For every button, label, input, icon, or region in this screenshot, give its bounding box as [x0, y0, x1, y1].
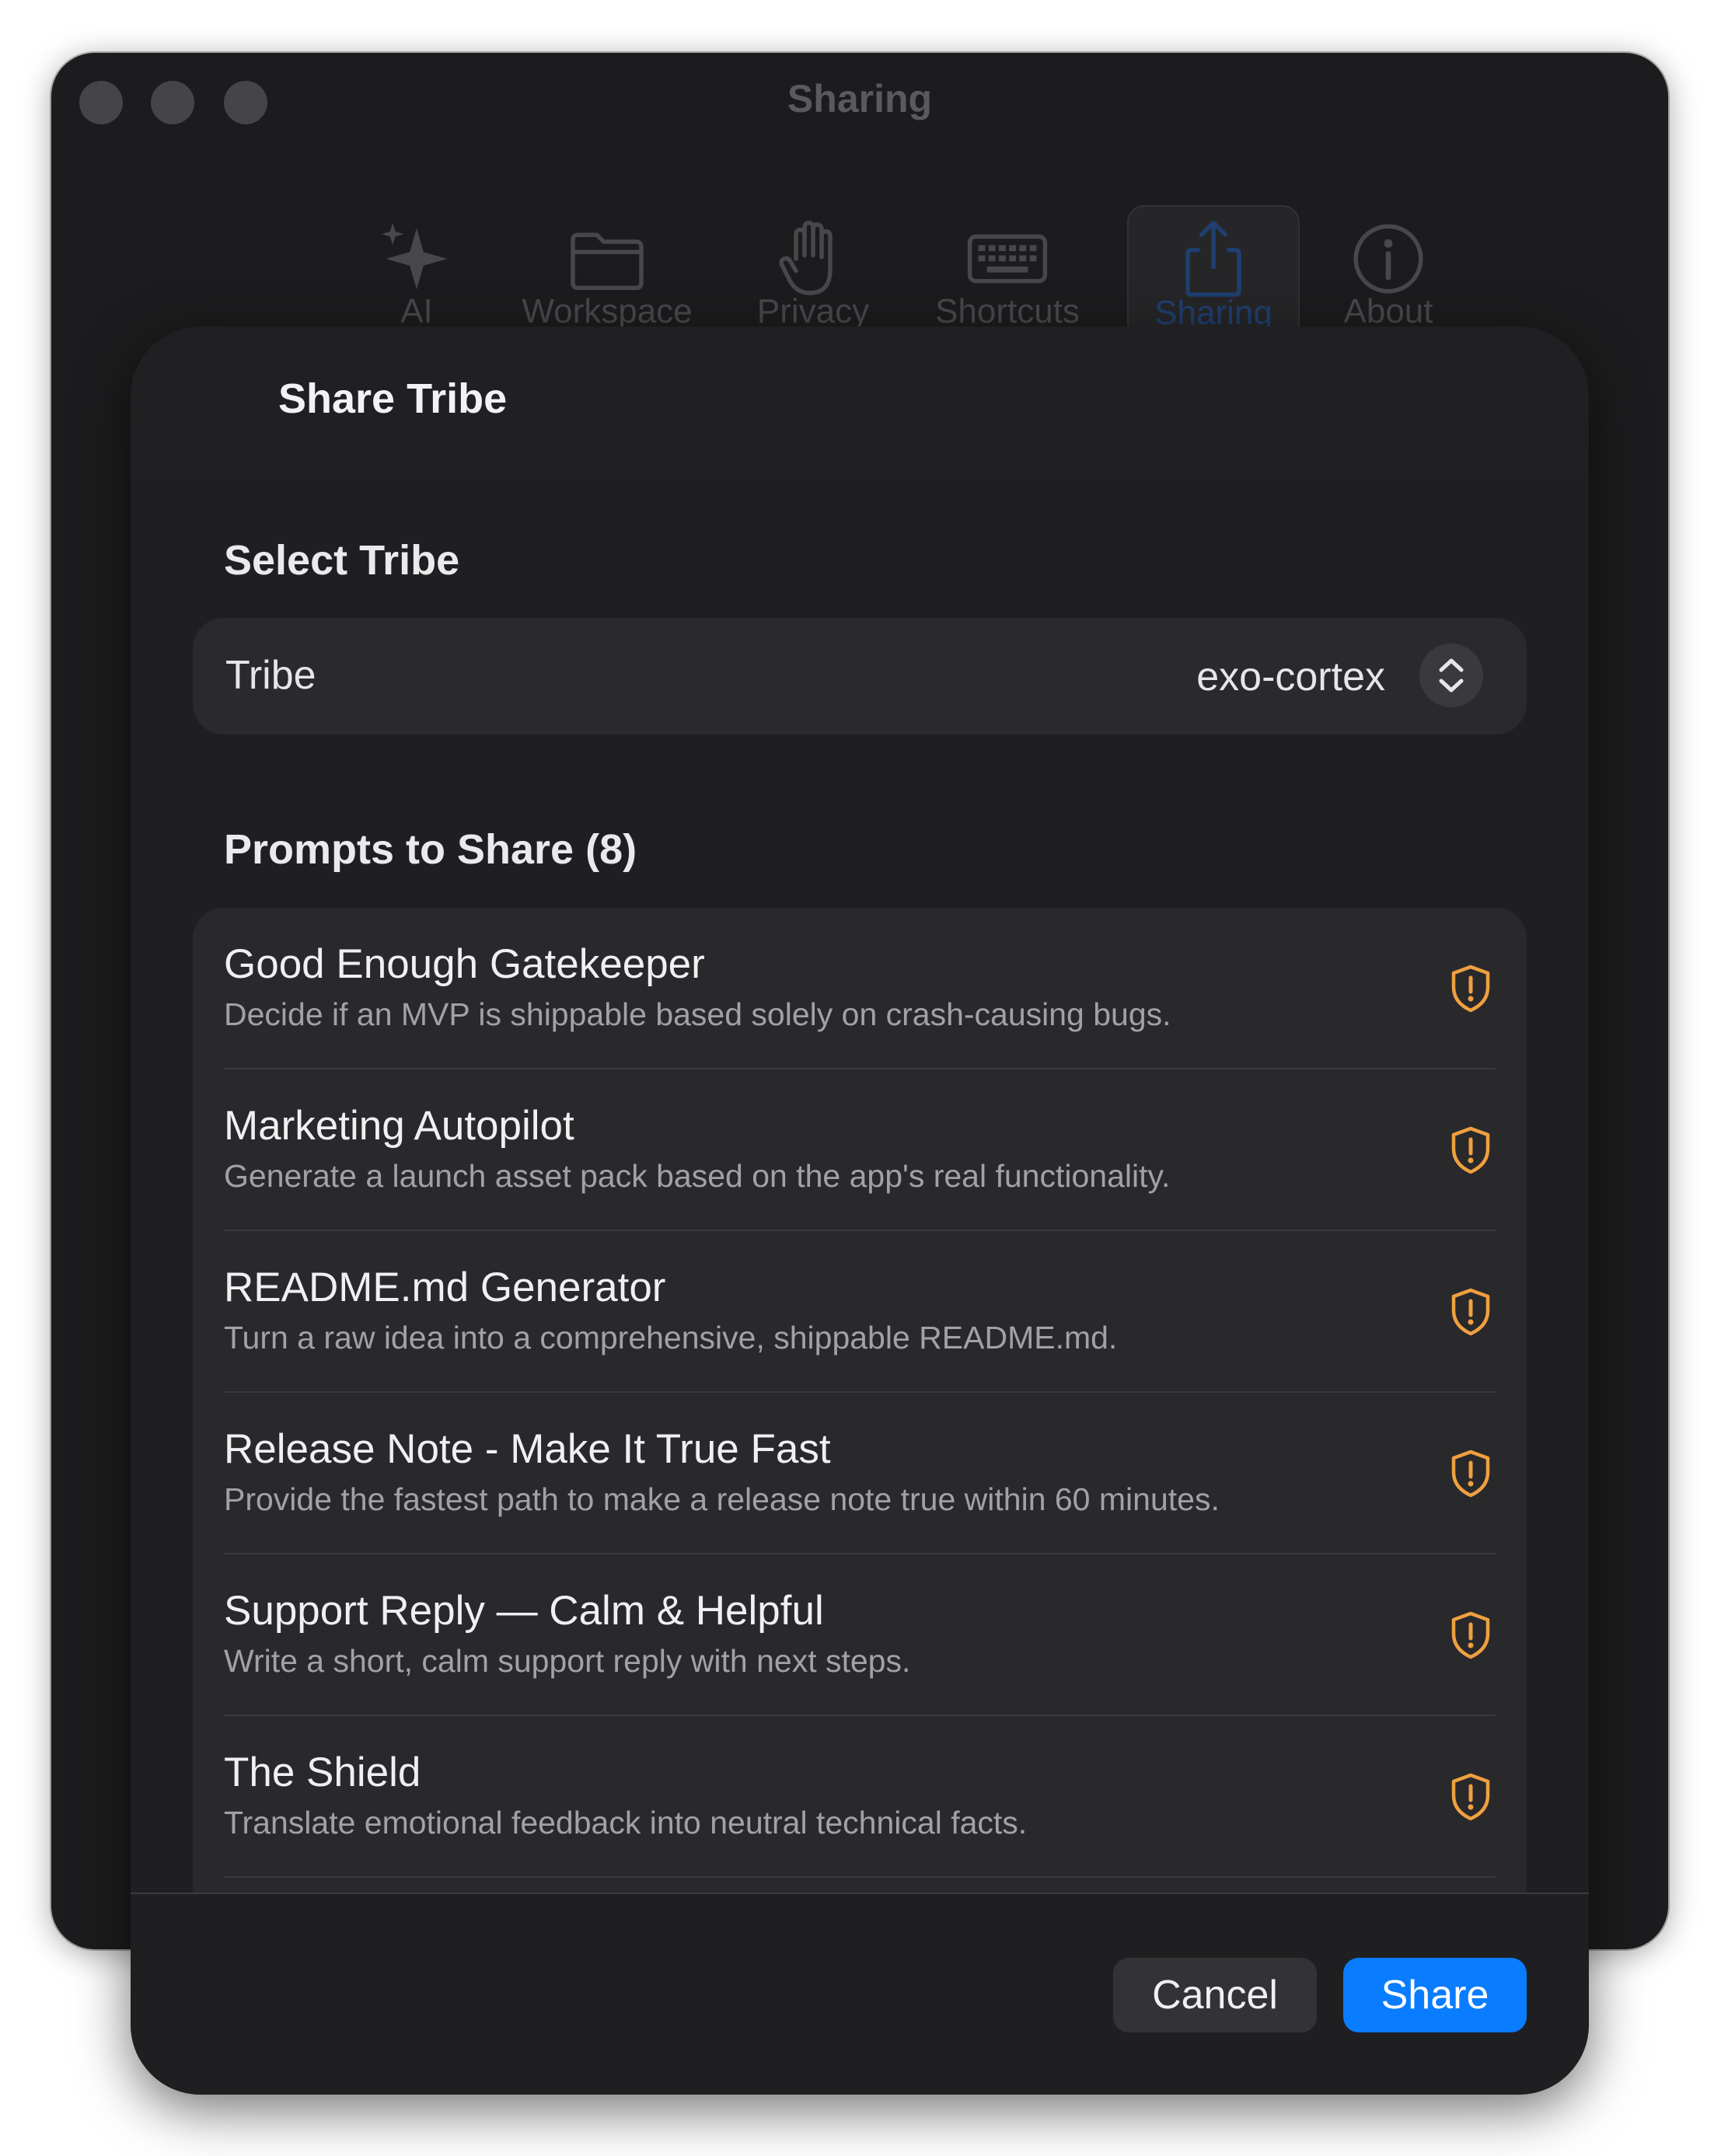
warning-shield-icon[interactable]	[1449, 964, 1492, 1013]
prompt-title: Good Enough Gatekeeper	[224, 941, 705, 987]
tab-shortcuts-label: Shortcuts	[935, 292, 1080, 330]
tab-about[interactable]: About	[1303, 154, 1474, 356]
settings-toolbar: AI Workspace Privacy Shortcuts Sharing A…	[51, 154, 1668, 356]
select-tribe-heading: Select Tribe	[224, 537, 460, 584]
prompt-title: Release Note - Make It True Fast	[224, 1426, 831, 1472]
warning-shield-icon[interactable]	[1449, 1449, 1492, 1498]
keyboard-icon	[965, 216, 1050, 302]
tribe-popup-button[interactable]	[1419, 644, 1483, 707]
tab-workspace-label: Workspace	[522, 292, 693, 330]
prompt-title: Marketing Autopilot	[224, 1103, 574, 1149]
tribe-picker-row[interactable]: Tribe exo-cortex	[193, 618, 1527, 734]
tribe-selected-value[interactable]: exo-cortex	[1196, 654, 1385, 700]
row-divider	[224, 1876, 1496, 1878]
share-button[interactable]: Share	[1343, 1958, 1527, 2032]
prompt-title: The Shield	[224, 1750, 421, 1795]
list-item[interactable]: The Shield Translate emotional feedback …	[193, 1716, 1527, 1878]
prompt-description: Turn a raw idea into a comprehensive, sh…	[224, 1320, 1118, 1355]
sheet-title: Share Tribe	[278, 375, 508, 422]
chevron-up-down-icon	[1439, 658, 1464, 693]
share-tribe-sheet: Share Tribe Select Tribe Tribe exo-corte…	[131, 326, 1589, 2095]
tab-ai[interactable]: AI	[339, 154, 494, 356]
tribe-label: Tribe	[225, 653, 316, 698]
list-item[interactable]: Support Reply — Calm & Helpful Write a s…	[193, 1554, 1527, 1716]
window-title: Sharing	[787, 77, 933, 120]
list-item[interactable]: README.md Generator Turn a raw idea into…	[193, 1231, 1527, 1393]
tab-privacy-label: Privacy	[756, 292, 870, 330]
warning-shield-icon[interactable]	[1449, 1772, 1492, 1822]
cancel-button[interactable]: Cancel	[1113, 1958, 1317, 2032]
list-item[interactable]: Good Enough Gatekeeper Decide if an MVP …	[193, 908, 1527, 1069]
list-item[interactable]: Marketing Autopilot Generate a launch as…	[193, 1069, 1527, 1231]
sparkles-icon	[374, 216, 459, 302]
warning-shield-icon[interactable]	[1449, 1287, 1492, 1337]
prompts-list[interactable]: Good Enough Gatekeeper Decide if an MVP …	[193, 908, 1527, 1918]
prompts-heading: Prompts to Share (8)	[224, 826, 637, 873]
tab-workspace[interactable]: Workspace	[487, 154, 728, 356]
list-item[interactable]: Release Note - Make It True Fast Provide…	[193, 1393, 1527, 1554]
prompt-description: Decide if an MVP is shippable based sole…	[224, 996, 1171, 1032]
sheet-header: Share Tribe	[131, 326, 1589, 477]
tab-privacy[interactable]: Privacy	[720, 154, 906, 356]
prompt-description: Write a short, calm support reply with n…	[224, 1643, 911, 1679]
warning-shield-icon[interactable]	[1449, 1125, 1492, 1175]
hand-icon	[770, 216, 856, 302]
prompt-title: Support Reply — Calm & Helpful	[224, 1588, 824, 1634]
prompt-description: Provide the fastest path to make a relea…	[224, 1481, 1220, 1517]
prompt-title: README.md Generator	[224, 1265, 666, 1310]
share-icon	[1171, 218, 1256, 303]
prompt-description: Generate a launch asset pack based on th…	[224, 1158, 1171, 1194]
prompt-description: Translate emotional feedback into neutra…	[224, 1805, 1028, 1840]
tab-about-label: About	[1343, 292, 1433, 330]
tab-shortcuts[interactable]: Shortcuts	[906, 154, 1108, 356]
warning-shield-icon[interactable]	[1449, 1610, 1492, 1660]
info-icon	[1346, 216, 1431, 302]
tab-ai-label: AI	[400, 292, 433, 330]
folder-icon	[564, 216, 650, 302]
sheet-footer: Cancel Share	[131, 1893, 1589, 2095]
